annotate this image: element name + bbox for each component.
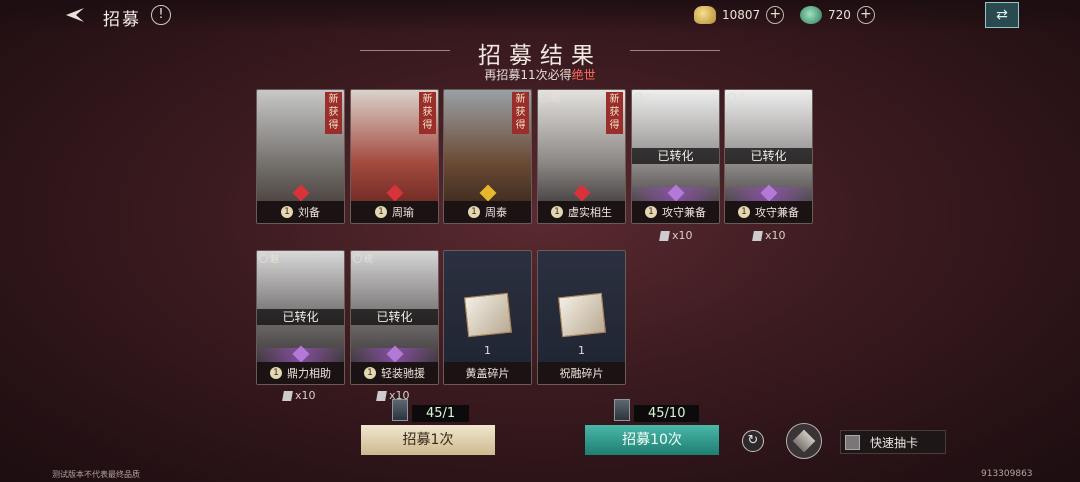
conversion-reward: x10	[659, 229, 693, 242]
skill-type-icon	[634, 93, 643, 102]
result-card-qingzhuangchiyuan[interactable]: 统 已转化 1 轻装驰援	[350, 250, 439, 385]
ticket-counter-once: 45/1	[392, 399, 470, 422]
converted-label: 已转化	[257, 309, 344, 325]
skill-type-icon	[727, 93, 736, 102]
card-name: 祝融碎片	[559, 367, 604, 380]
recruit-ten-button[interactable]: 招募10次	[585, 425, 719, 455]
exchange-icon: ⇄	[996, 7, 1008, 23]
info-button[interactable]: !	[151, 5, 171, 25]
recruit-ticket-icon	[392, 399, 408, 421]
pity-highlight: 绝世	[571, 68, 596, 82]
level-badge: 1	[551, 206, 563, 218]
gold-amount: 10807	[722, 8, 761, 22]
scroll-icon	[659, 230, 670, 241]
result-card-gongshoujianbei-1[interactable]: 武 已转化 1 攻守兼备	[631, 89, 720, 224]
shard-portrait-icon	[558, 292, 606, 338]
refresh-icon: ↻	[747, 433, 759, 448]
skill-type-label: 武	[738, 94, 748, 104]
back-button[interactable]	[60, 4, 86, 26]
new-tag: 新获得	[512, 92, 529, 134]
skill-type-icon	[353, 254, 362, 263]
skill-type-label: 统	[364, 255, 374, 265]
quick-draw-toggle[interactable]: 快速抽卡	[840, 430, 946, 454]
add-jade-button[interactable]: +	[856, 6, 875, 24]
skill-type-label: 魅	[270, 255, 280, 265]
shard-quantity: 1	[484, 344, 491, 357]
card-name: 周瑜	[392, 206, 414, 219]
page-label: 招募	[103, 10, 141, 30]
conversion-count: x10	[672, 229, 693, 242]
scroll-icon	[376, 390, 387, 401]
result-card-gongshoujianbei-2[interactable]: 武 已转化 1 攻守兼备	[724, 89, 813, 224]
card-name: 黄盖碎片	[465, 367, 510, 380]
card-name: 鼎力相助	[287, 367, 331, 380]
result-card-zhurong-shard[interactable]: 1 祝融碎片	[537, 250, 626, 385]
card-name: 攻守兼备	[662, 206, 706, 219]
shard-quantity: 1	[578, 344, 585, 357]
card-name: 刘备	[298, 206, 320, 219]
user-id: 913309863	[981, 469, 1033, 479]
converted-label: 已转化	[725, 148, 812, 164]
skill-type-label: 统	[551, 94, 561, 104]
exchange-button[interactable]: ⇄	[985, 2, 1019, 28]
result-card-xushixiangsheng[interactable]: 统 新获得 1 虚实相生	[537, 89, 626, 224]
recruit-ticket-icon	[614, 399, 630, 421]
conversion-count: x10	[295, 389, 316, 402]
new-tag: 新获得	[419, 92, 436, 134]
result-card-zhouyu[interactable]: 新获得 1 周瑜	[350, 89, 439, 224]
result-card-zhoutai[interactable]: 新获得 1 周泰	[443, 89, 532, 224]
pity-subtitle: 再招募11次必得绝世	[0, 66, 1080, 83]
new-tag: 新获得	[325, 92, 342, 134]
converted-label: 已转化	[351, 309, 438, 325]
level-badge: 1	[738, 206, 750, 218]
card-name: 周泰	[485, 206, 507, 219]
level-badge: 1	[364, 367, 376, 379]
converted-label: 已转化	[632, 148, 719, 164]
level-badge: 1	[281, 206, 293, 218]
back-arrow-icon	[66, 8, 84, 22]
add-gold-button[interactable]: +	[766, 6, 785, 24]
new-tag: 新获得	[606, 92, 623, 134]
gold-ingot-icon	[694, 6, 716, 24]
conversion-reward: x10	[282, 389, 316, 402]
jade-icon	[800, 6, 822, 24]
skill-type-icon	[259, 254, 268, 263]
test-version-disclaimer: 测试版本不代表最终品质	[52, 470, 140, 479]
card-name: 虚实相生	[568, 206, 612, 219]
page-title: 招募结果	[478, 43, 602, 69]
level-badge: 1	[375, 206, 387, 218]
result-card-dinglixiangzhu[interactable]: 魅 已转化 1 鼎力相助	[256, 250, 345, 385]
recruit-once-button[interactable]: 招募1次	[361, 425, 495, 455]
rarity-preview-button[interactable]	[786, 423, 822, 459]
gold-currency: 10807 +	[694, 6, 785, 24]
conversion-count: x10	[765, 229, 786, 242]
scroll-icon	[752, 230, 763, 241]
card-name: 攻守兼备	[755, 206, 799, 219]
level-badge: 1	[645, 206, 657, 218]
result-card-huanggai-shard[interactable]: 1 黄盖碎片	[443, 250, 532, 385]
quick-draw-label: 快速抽卡	[870, 435, 919, 450]
conversion-reward: x10	[752, 229, 786, 242]
skill-type-icon	[540, 93, 549, 102]
title-divider-right	[630, 50, 720, 51]
skill-type-label: 武	[645, 94, 655, 104]
ticket-counter-ten: 45/10	[614, 399, 700, 422]
quick-draw-checkbox[interactable]	[845, 434, 860, 450]
jade-amount: 720	[828, 8, 851, 22]
result-card-liubei[interactable]: 新获得 1 刘备	[256, 89, 345, 224]
card-name: 轻装驰援	[381, 367, 425, 380]
scroll-icon	[282, 390, 293, 401]
jade-currency: 720 +	[800, 6, 875, 24]
ticket-count: 45/1	[412, 404, 470, 422]
refresh-button[interactable]: ↻	[742, 430, 764, 452]
level-badge: 1	[270, 367, 282, 379]
diamond-icon	[792, 429, 816, 453]
ticket-count: 45/10	[634, 404, 700, 422]
pity-text: 再招募11次必得	[484, 68, 572, 82]
level-badge: 1	[468, 206, 480, 218]
shard-portrait-icon	[464, 292, 512, 338]
